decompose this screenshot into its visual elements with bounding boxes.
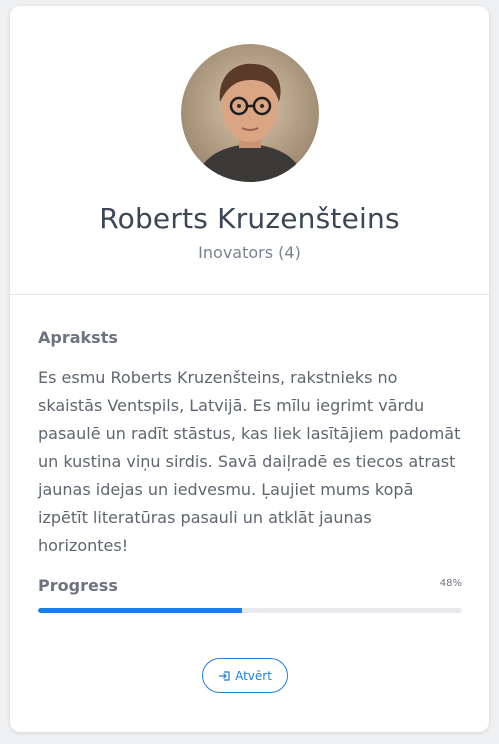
progress-bar xyxy=(38,608,462,613)
progress-fill xyxy=(38,608,242,613)
sign-in-icon xyxy=(218,670,230,681)
avatar xyxy=(181,44,319,182)
description-text: Es esmu Roberts Kruzenšteins, rakstnieks… xyxy=(38,368,461,555)
progress-title: Progress xyxy=(38,576,118,595)
description-title: Apraksts xyxy=(38,328,118,347)
profile-card: Roberts Kruzenšteins Inovators (4) Aprak… xyxy=(10,6,489,732)
open-button[interactable]: Atvērt xyxy=(202,658,288,693)
profile-subtitle: Inovators (4) xyxy=(198,243,301,262)
divider xyxy=(10,294,489,295)
profile-name: Roberts Kruzenšteins xyxy=(99,202,400,235)
open-button-label: Atvērt xyxy=(235,668,272,683)
progress-value: 48% xyxy=(439,578,462,589)
